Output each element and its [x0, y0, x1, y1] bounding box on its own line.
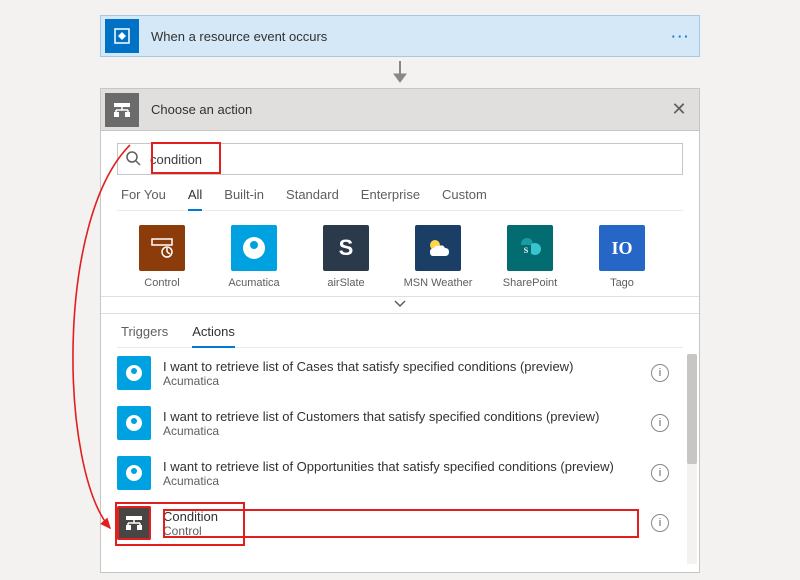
result-tabs: Triggers Actions [117, 314, 683, 348]
info-icon[interactable]: i [651, 514, 669, 532]
search-icon [118, 150, 148, 169]
svg-text:S: S [524, 246, 529, 255]
control-icon [117, 506, 151, 540]
tab-actions[interactable]: Actions [192, 324, 235, 347]
trigger-title: When a resource event occurs [143, 29, 663, 44]
results-list: I want to retrieve list of Cases that sa… [101, 348, 699, 572]
connector-label: Control [127, 277, 197, 290]
flow-arrow-icon [0, 61, 800, 86]
tab-triggers[interactable]: Triggers [121, 324, 168, 347]
action-result-item[interactable]: I want to retrieve list of Cases that sa… [101, 348, 699, 398]
connector-airslate[interactable]: SairSlate [311, 225, 381, 290]
trigger-more-button[interactable]: ··· [663, 29, 699, 44]
choose-action-card: Choose an action ✕ For You All Built-in Sta… [100, 88, 700, 573]
info-icon[interactable]: i [651, 364, 669, 382]
event-grid-icon [105, 19, 139, 53]
search-input[interactable] [148, 150, 682, 169]
connector-msn-weather[interactable]: MSN Weather [403, 225, 473, 290]
connector-label: Acumatica [219, 277, 289, 290]
tab-all[interactable]: All [188, 187, 202, 210]
action-header-title: Choose an action [143, 102, 659, 117]
action-header-icon [105, 93, 139, 127]
acumatica-icon [117, 456, 151, 490]
chevron-down-icon [393, 298, 407, 308]
tab-custom[interactable]: Custom [442, 187, 487, 210]
result-subtitle: Control [163, 524, 639, 538]
result-subtitle: Acumatica [163, 474, 639, 488]
result-title: Condition [163, 509, 639, 524]
tab-standard[interactable]: Standard [286, 187, 339, 210]
info-icon[interactable]: i [651, 464, 669, 482]
result-subtitle: Acumatica [163, 424, 639, 438]
trigger-card[interactable]: When a resource event occurs ··· [100, 15, 700, 57]
action-result-item[interactable]: ConditionControl i [101, 498, 699, 548]
tab-enterprise[interactable]: Enterprise [361, 187, 420, 210]
connector-label: airSlate [311, 277, 381, 290]
connector-label: MSN Weather [403, 277, 473, 290]
info-icon[interactable]: i [651, 414, 669, 432]
search-box[interactable] [117, 143, 683, 175]
airslate-icon: S [323, 225, 369, 271]
action-result-item[interactable]: I want to retrieve list of Opportunities… [101, 448, 699, 498]
msn-weather-icon [415, 225, 461, 271]
connector-tago[interactable]: IO Tago [587, 225, 657, 290]
acumatica-icon [117, 406, 151, 440]
connector-label: SharePoint [495, 277, 565, 290]
sharepoint-icon: S [507, 225, 553, 271]
result-subtitle: Acumatica [163, 374, 639, 388]
connector-sharepoint[interactable]: S SharePoint [495, 225, 565, 290]
action-result-item[interactable]: I want to retrieve list of Customers tha… [101, 398, 699, 448]
expand-connectors-button[interactable] [101, 296, 699, 314]
close-icon[interactable]: ✕ [659, 99, 699, 120]
scrollbar-thumb[interactable] [687, 354, 697, 464]
result-title: I want to retrieve list of Opportunities… [163, 459, 639, 474]
connector-grid: Control Acumatica SairSlate MSN Weather S Sha… [117, 211, 683, 296]
connector-control[interactable]: Control [127, 225, 197, 290]
category-tabs: For You All Built-in Standard Enterprise Cust… [117, 175, 683, 211]
connector-acumatica[interactable]: Acumatica [219, 225, 289, 290]
acumatica-icon [231, 225, 277, 271]
result-title: I want to retrieve list of Customers tha… [163, 409, 639, 424]
connector-label: Tago [587, 277, 657, 290]
control-icon [139, 225, 185, 271]
tab-built-in[interactable]: Built-in [224, 187, 264, 210]
acumatica-icon [117, 356, 151, 390]
tab-for-you[interactable]: For You [121, 187, 166, 210]
result-title: I want to retrieve list of Cases that sa… [163, 359, 639, 374]
tago-icon: IO [599, 225, 645, 271]
action-header: Choose an action ✕ [101, 89, 699, 131]
